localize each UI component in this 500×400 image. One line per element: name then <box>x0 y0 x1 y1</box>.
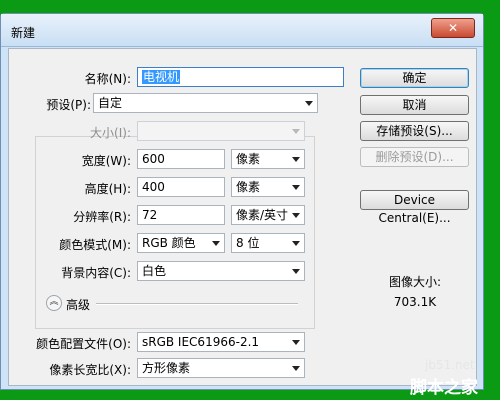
cancel-button[interactable]: 取消 <box>360 95 469 115</box>
chevron-down-icon <box>292 366 300 371</box>
background-value: 白色 <box>142 264 167 278</box>
chevron-down-icon <box>292 241 300 246</box>
color-mode-select[interactable]: RGB 颜色 <box>137 233 225 253</box>
height-unit: 像素 <box>236 180 261 194</box>
bit-depth-value: 8 位 <box>236 236 260 250</box>
pixel-aspect-select[interactable]: 方形像素 <box>137 358 305 378</box>
name-value: 电视机 <box>142 70 181 84</box>
height-input[interactable]: 400 <box>137 177 225 197</box>
resolution-unit-select[interactable]: 像素/英寸 <box>231 205 305 225</box>
advanced-label: 高级 <box>66 298 91 312</box>
double-chevron-up-icon: ︽ <box>49 297 59 307</box>
background-select[interactable]: 白色 <box>137 261 305 281</box>
title-bar: 新建 ✕ <box>1 14 483 47</box>
image-size-value: 703.1K <box>393 295 437 309</box>
width-unit-select[interactable]: 像素 <box>231 149 305 169</box>
pixel-aspect-label: 像素长宽比(X): <box>49 363 131 377</box>
device-central-button[interactable]: Device Central(E)... <box>360 190 469 225</box>
ok-button[interactable]: 确定 <box>360 68 469 88</box>
width-label: 宽度(W): <box>81 154 131 168</box>
watermark-brand: 脚本之家 <box>410 378 478 398</box>
preset-value: 自定 <box>98 96 123 110</box>
delete-preset-button[interactable]: 删除预设(D)... <box>360 147 469 167</box>
pixel-aspect-value: 方形像素 <box>142 361 191 375</box>
advanced-toggle-button[interactable]: ︽ <box>46 295 62 311</box>
color-mode-value: RGB 颜色 <box>142 236 196 250</box>
chevron-down-icon <box>305 101 313 106</box>
height-value: 400 <box>142 180 165 194</box>
name-input[interactable]: 电视机 <box>137 67 344 87</box>
save-preset-button[interactable]: 存储预设(S)... <box>360 121 469 141</box>
width-unit: 像素 <box>236 152 261 166</box>
color-profile-label: 颜色配置文件(O): <box>36 337 131 351</box>
chevron-down-icon <box>292 157 300 162</box>
height-label: 高度(H): <box>84 182 131 196</box>
preset-select[interactable]: 自定 <box>93 93 318 113</box>
color-profile-select[interactable]: sRGB IEC61966-2.1 <box>137 332 305 352</box>
resolution-label: 分辨率(R): <box>73 210 131 224</box>
new-document-dialog: 新建 ✕ 名称(N): 电视机 预设(P): 自定 大小(I): 宽度(W): … <box>0 13 484 390</box>
chevron-down-icon <box>292 269 300 274</box>
color-profile-value: sRGB IEC61966-2.1 <box>142 335 260 349</box>
height-unit-select[interactable]: 像素 <box>231 177 305 197</box>
advanced-divider <box>96 303 298 305</box>
image-size-label: 图像大小: <box>388 275 442 289</box>
chevron-down-icon <box>292 340 300 345</box>
preset-label: 预设(P): <box>46 98 91 112</box>
chevron-down-icon <box>292 129 300 134</box>
chevron-down-icon <box>292 185 300 190</box>
bit-depth-select[interactable]: 8 位 <box>231 233 305 253</box>
color-mode-label: 颜色模式(M): <box>59 238 131 252</box>
chevron-down-icon <box>212 241 220 246</box>
resolution-input[interactable]: 72 <box>137 205 225 225</box>
watermark-site: jb51.net <box>425 358 475 372</box>
size-label: 大小(I): <box>90 126 131 140</box>
background-label: 背景内容(C): <box>61 266 131 280</box>
dialog-body: 名称(N): 电视机 预设(P): 自定 大小(I): 宽度(W): 600 像… <box>8 48 477 386</box>
width-input[interactable]: 600 <box>137 149 225 169</box>
close-button[interactable]: ✕ <box>431 18 475 38</box>
resolution-unit: 像素/英寸 <box>236 208 289 222</box>
name-label: 名称(N): <box>84 72 131 86</box>
resolution-value: 72 <box>142 208 158 222</box>
chevron-down-icon <box>292 213 300 218</box>
width-value: 600 <box>142 152 165 166</box>
size-select[interactable] <box>137 121 305 141</box>
dialog-title: 新建 <box>11 26 36 40</box>
close-icon: ✕ <box>447 21 459 35</box>
